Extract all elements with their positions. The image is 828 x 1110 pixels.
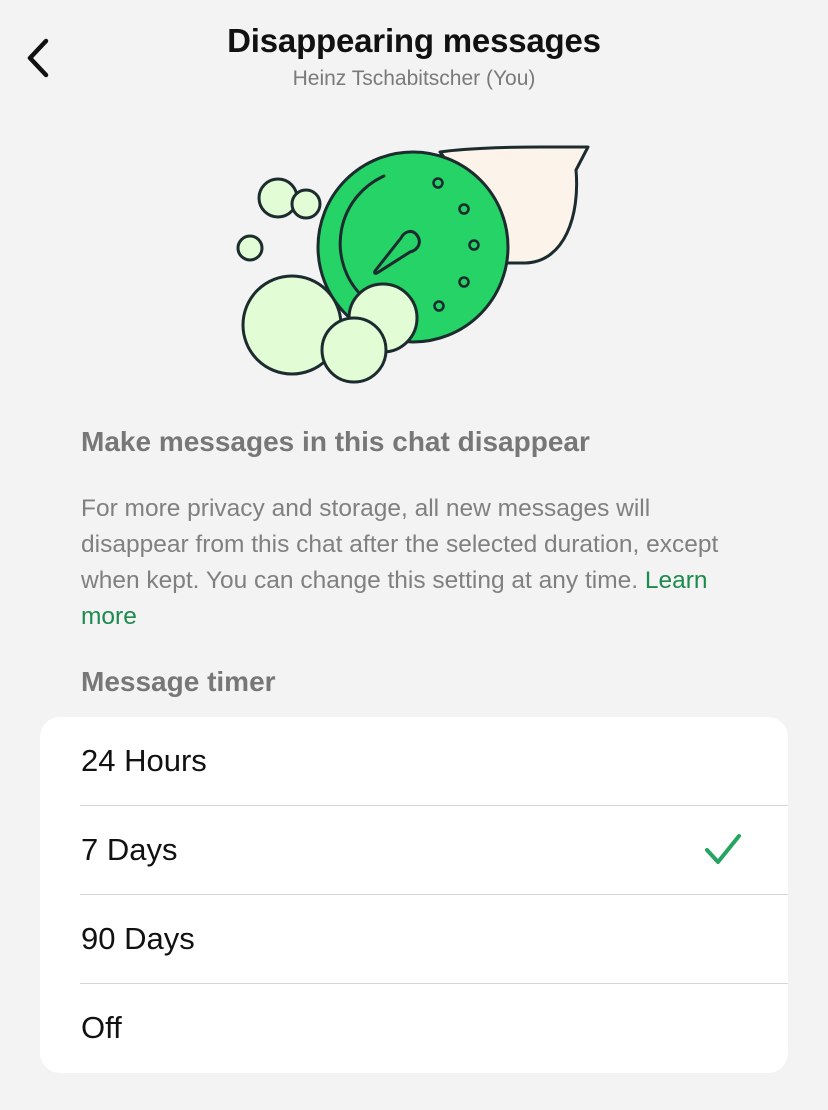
timer-option-off[interactable]: Off [40, 984, 788, 1073]
checkmark-icon [705, 834, 741, 864]
description-body: For more privacy and storage, all new me… [81, 495, 719, 594]
timer-option-24-hours[interactable]: 24 Hours [40, 717, 788, 806]
disappearing-timer-illustration [236, 145, 590, 384]
timer-option-label: Off [81, 1010, 122, 1045]
timer-option-90-days[interactable]: 90 Days [40, 895, 788, 984]
timer-options-list: 24 Hours 7 Days 90 Days Off [40, 717, 788, 1073]
timer-option-label: 90 Days [81, 921, 195, 956]
section-heading: Make messages in this chat disappear [81, 426, 590, 457]
description-text: For more privacy and storage, all new me… [81, 491, 761, 635]
message-timer-label: Message timer [81, 666, 276, 697]
timer-option-label: 7 Days [81, 832, 178, 867]
timer-option-7-days[interactable]: 7 Days [40, 806, 788, 895]
timer-option-label: 24 Hours [81, 743, 207, 778]
